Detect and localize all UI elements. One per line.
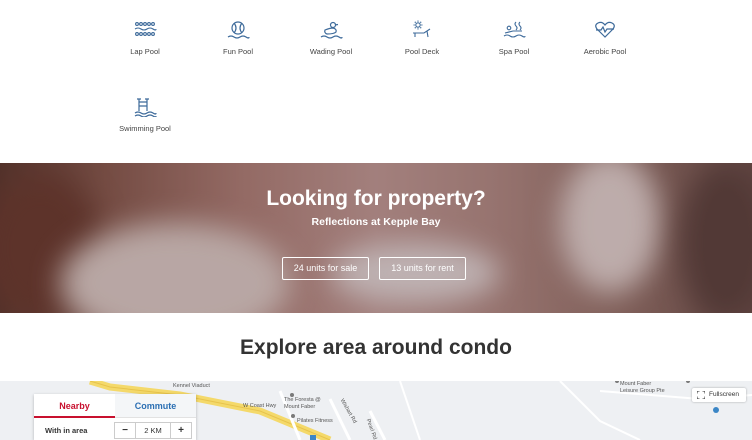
hero-title: Looking for property? [266, 187, 486, 210]
facility-lap-pool: Lap Pool [95, 20, 195, 56]
facility-spa-pool: Spa Pool [464, 20, 564, 56]
fullscreen-icon [697, 391, 705, 399]
wading-pool-icon [320, 21, 343, 39]
facility-label: Swimming Pool [119, 124, 171, 133]
map-label-pilates: Pilates Fitness [297, 418, 333, 424]
facility-swimming-pool: Swimming Pool [95, 97, 195, 133]
distance-decrease-button[interactable]: − [115, 423, 135, 438]
map-label-foresta: The Foresta @ Mount Faber [284, 397, 321, 411]
units-for-sale-button[interactable]: 24 units for sale [282, 257, 369, 280]
map-label-mount-faber-line1: Mount Faber [620, 381, 652, 387]
facility-label: Aerobic Pool [583, 47, 627, 56]
facility-label: Pool Deck [404, 47, 440, 56]
facility-label: Lap Pool [130, 47, 160, 56]
facility-fun-pool: Fun Pool [188, 20, 288, 56]
distance-stepper: − 2 KM + [114, 422, 192, 439]
map-label-kennel-viaduct: Kennel Viaduct [173, 383, 210, 389]
tab-nearby[interactable]: Nearby [34, 394, 115, 418]
tab-commute[interactable]: Commute [115, 394, 196, 418]
facility-pool-deck: Pool Deck [372, 20, 472, 56]
swimming-pool-icon [134, 98, 157, 117]
hero-subtitle: Reflections at Kepple Bay [311, 216, 441, 228]
distance-increase-button[interactable]: + [171, 423, 191, 438]
facility-aerobic-pool: Aerobic Pool [555, 20, 655, 56]
map-label-mount-faber: Mount Faber Leisure Group Pte [620, 381, 665, 395]
map-label-w-coast-hwy: W Coast Hwy [243, 403, 277, 409]
map-label-mount-faber-line2: Leisure Group Pte [620, 388, 665, 394]
fun-pool-icon [227, 21, 250, 39]
facilities-section: Lap Pool Fun Pool Wading Pool Pool Deck … [0, 0, 752, 163]
facility-label: Wading Pool [309, 47, 353, 56]
map-label-foresta-line1: The Foresta @ [284, 397, 321, 403]
facility-wading-pool: Wading Pool [281, 20, 381, 56]
facility-label: Spa Pool [498, 47, 530, 56]
fullscreen-label: Fullscreen [709, 391, 739, 398]
pool-deck-icon [413, 20, 431, 38]
nearby-panel: Nearby Commute With in area − 2 KM + [34, 394, 196, 440]
distance-value: 2 KM [135, 423, 171, 438]
within-area-label: With in area [45, 426, 88, 435]
map-fullscreen-button[interactable]: Fullscreen [692, 388, 746, 402]
map-label-foresta-line2: Mount Faber [284, 404, 316, 410]
lap-pool-icon [134, 22, 157, 36]
units-for-rent-button[interactable]: 13 units for rent [379, 257, 466, 280]
hero-banner: Looking for property? Reflections at Kep… [0, 163, 752, 313]
hero-overlay [0, 163, 752, 313]
facility-label: Fun Pool [222, 47, 254, 56]
explore-section-title: Explore area around condo [240, 336, 512, 359]
spa-pool-icon [503, 21, 526, 38]
aerobic-pool-icon [595, 21, 615, 38]
